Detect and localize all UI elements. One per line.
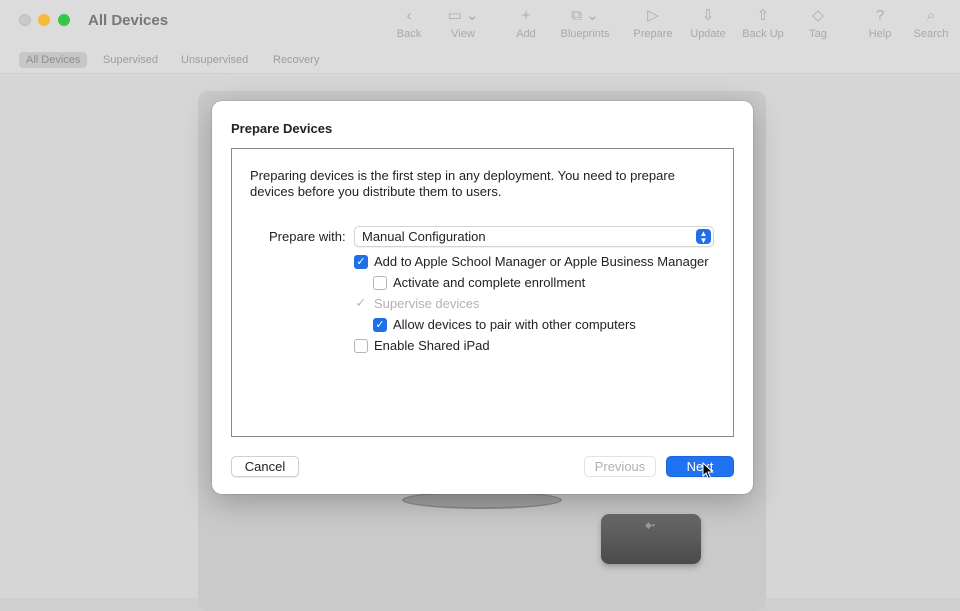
toolbar-view-button[interactable]: ▭ ⌄ View <box>433 6 493 40</box>
toolbar-blueprints-button[interactable]: ⧉ ⌄ Blueprints <box>555 6 615 40</box>
filter-all-devices[interactable]: All Devices <box>19 52 88 68</box>
toolbar-label: Back Up <box>742 28 784 40</box>
view-icon: ▭ ⌄ <box>447 7 479 24</box>
filter-supervised[interactable]: Supervised <box>96 52 165 68</box>
toolbar-label: Back <box>396 28 422 40</box>
option-label: Enable Shared iPad <box>374 338 490 353</box>
chevron-left-icon: ‹ <box>406 7 412 24</box>
search-icon: ⌕ <box>926 7 936 24</box>
dialog-content-box: Preparing devices is the first step in a… <box>231 148 734 437</box>
checkbox-checked[interactable]: ✓ <box>354 254 368 269</box>
filter-bar: All Devices Supervised Unsupervised Reco… <box>0 46 960 74</box>
toolbar-prepare-button[interactable]: ▷ Prepare <box>623 6 683 40</box>
toolbar-label: Tag <box>809 28 827 40</box>
toolbar-label: Blueprints <box>560 28 610 40</box>
prepare-icon: ▷ <box>647 7 659 24</box>
window-title: All Devices <box>88 12 169 29</box>
option-label: Supervise devices <box>374 296 480 311</box>
toolbar-back-button[interactable]: ‹ Back <box>379 6 439 40</box>
next-button[interactable]: Next <box>666 456 734 477</box>
mouse-cursor-icon <box>702 462 714 480</box>
option-label: Allow devices to pair with other compute… <box>393 317 636 332</box>
toolbar-label: Add <box>516 28 536 40</box>
tag-icon: ◇ <box>812 7 824 24</box>
title-bar: All Devices ‹ Back ▭ ⌄ View + Add ⧉ ⌄ Bl… <box>0 0 960 46</box>
checkbox-checked[interactable]: ✓ <box>373 317 387 332</box>
plus-icon: + <box>521 7 531 24</box>
previous-button[interactable]: Previous <box>584 456 656 477</box>
checkbox-unchecked[interactable] <box>354 338 368 353</box>
toolbar-backup-button[interactable]: ⇧ Back Up <box>733 6 793 40</box>
option-label: Activate and complete enrollment <box>393 275 586 290</box>
option-label: Add to Apple School Manager or Apple Bus… <box>374 254 709 269</box>
checkbox-unchecked[interactable] <box>373 275 387 290</box>
popup-stepper-icon: ▲ ▼ <box>696 229 711 245</box>
minimize-window-button[interactable] <box>38 14 50 26</box>
toolbar-label: Update <box>690 28 726 40</box>
apple-tv-logo-icon: ◆▪ <box>645 520 656 530</box>
prepare-with-popup[interactable]: Manual Configuration ▲ ▼ <box>354 226 714 247</box>
intro-text: Preparing devices is the first step in a… <box>250 168 675 199</box>
cancel-button[interactable]: Cancel <box>231 456 299 477</box>
prepare-devices-dialog: Prepare Devices Preparing devices is the… <box>212 101 753 494</box>
toolbar-tag-button[interactable]: ◇ Tag <box>788 6 848 40</box>
prepare-with-label: Prepare with: <box>269 229 346 244</box>
option-activate-enrollment[interactable]: Activate and complete enrollment <box>373 275 585 291</box>
toolbar-search-button[interactable]: ⌕ Search <box>901 6 960 40</box>
option-shared-ipad[interactable]: Enable Shared iPad <box>354 338 490 354</box>
option-allow-pairing[interactable]: ✓ Allow devices to pair with other comput… <box>373 317 636 333</box>
apple-tv-image: ◆▪ <box>601 514 701 564</box>
toolbar-label: Search <box>913 28 949 40</box>
blueprints-icon: ⧉ ⌄ <box>571 7 599 24</box>
dialog-title: Prepare Devices <box>231 121 333 136</box>
checkbox-disabled-checked: ✓ <box>355 294 367 310</box>
close-window-button[interactable] <box>19 14 31 26</box>
update-icon: ⇩ <box>701 7 715 24</box>
backup-icon: ⇧ <box>756 7 770 24</box>
option-supervise-devices: ✓ Supervise devices <box>354 296 480 312</box>
toolbar-label: Prepare <box>633 28 673 40</box>
prepare-with-value: Manual Configuration <box>362 229 486 244</box>
toolbar-label: View <box>451 28 475 40</box>
toolbar-update-button[interactable]: ⇩ Update <box>678 6 738 40</box>
filter-unsupervised[interactable]: Unsupervised <box>174 52 255 68</box>
option-add-to-asm-abm[interactable]: ✓ Add to Apple School Manager or Apple Bu… <box>354 254 709 270</box>
maximize-window-button[interactable] <box>58 14 70 26</box>
toolbar-label: Help <box>868 28 892 40</box>
filter-recovery[interactable]: Recovery <box>266 52 326 68</box>
toolbar-add-button[interactable]: + Add <box>496 6 556 40</box>
